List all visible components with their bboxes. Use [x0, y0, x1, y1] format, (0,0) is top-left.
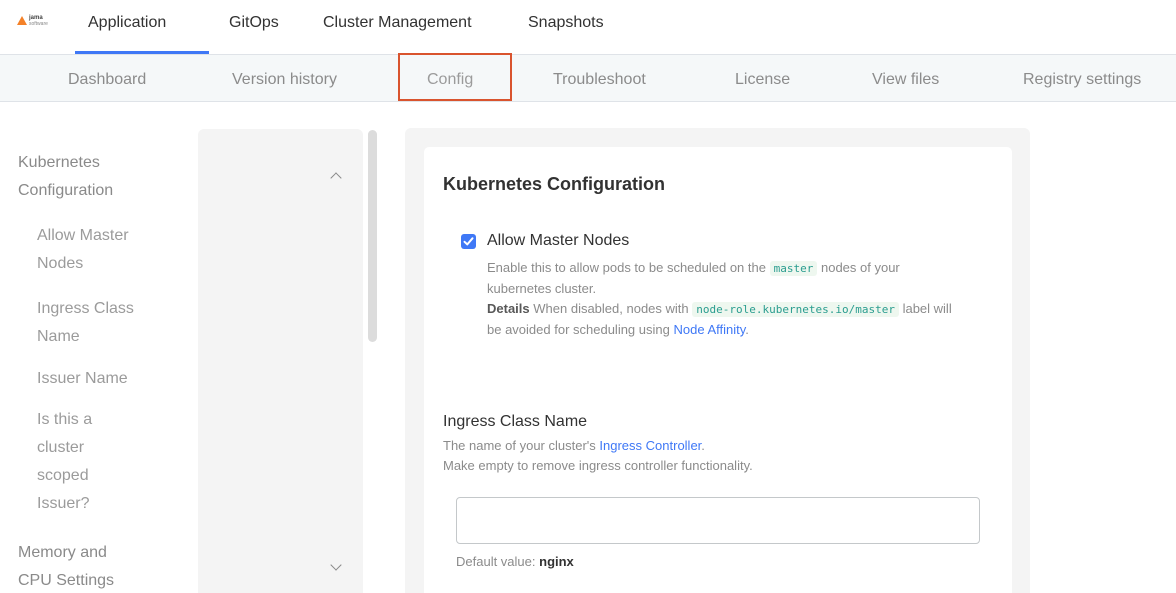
top-navigation: jama software Application GitOps Cluster… [0, 0, 1176, 54]
sidebar-scrollbar[interactable] [368, 130, 377, 342]
checkmark-icon [463, 237, 474, 246]
sidebar-item-ingress-class-name[interactable]: Ingress Class Name [37, 295, 152, 351]
details-text: When disabled, nodes with [533, 301, 689, 316]
ingress-class-input[interactable] [456, 497, 980, 544]
sidebar-group-memory-cpu[interactable]: Memory and CPU Settings [18, 539, 118, 593]
sidebar-group-kubernetes-configuration[interactable]: Kubernetes Configuration [18, 149, 128, 205]
help-text: Enable this to allow pods to be schedule… [487, 260, 766, 275]
allow-master-help: Enable this to allow pods to be schedule… [487, 258, 957, 340]
node-affinity-link[interactable]: Node Affinity [673, 322, 745, 337]
sidebar-item-issuer-name[interactable]: Issuer Name [37, 365, 152, 393]
sidebar-item-allow-master-nodes[interactable]: Allow Master Nodes [37, 222, 152, 278]
help-text-line2: Make empty to remove ingress controller … [443, 458, 753, 473]
allow-master-label[interactable]: Allow Master Nodes [487, 232, 629, 250]
subtab-view-files[interactable]: View files [872, 71, 939, 89]
top-tab-gitops[interactable]: GitOps [229, 14, 279, 32]
ingress-controller-link[interactable]: Ingress Controller [599, 438, 701, 453]
ingress-class-label: Ingress Class Name [443, 413, 588, 430]
subtab-dashboard[interactable]: Dashboard [68, 71, 146, 89]
subtab-config[interactable]: Config [427, 71, 473, 89]
top-tab-cluster-management[interactable]: Cluster Management [323, 14, 472, 32]
subtab-license[interactable]: License [735, 71, 790, 89]
subtab-troubleshoot[interactable]: Troubleshoot [553, 71, 646, 89]
logo-mark-icon [17, 16, 27, 25]
sidebar-item-cluster-scoped-issuer[interactable]: Is this a cluster scoped Issuer? [37, 406, 117, 518]
default-label: Default value: [456, 554, 536, 569]
help-end: . [701, 438, 705, 453]
section-title: Kubernetes Configuration [443, 174, 666, 194]
subtab-registry-settings[interactable]: Registry settings [1023, 71, 1141, 89]
subtab-version-history[interactable]: Version history [232, 71, 337, 89]
allow-master-checkbox[interactable] [461, 234, 476, 249]
sub-navigation: Dashboard Version history Config Trouble… [0, 53, 1176, 102]
details-label: Details [487, 301, 530, 316]
config-sidebar [198, 129, 363, 593]
logo-subword: software [29, 21, 48, 27]
top-tab-application[interactable]: Application [88, 14, 166, 32]
help-text: The name of your cluster's [443, 438, 596, 453]
default-value-text: nginx [539, 554, 574, 569]
default-value: Default value: nginx [456, 554, 574, 569]
top-tab-snapshots[interactable]: Snapshots [528, 14, 604, 32]
ingress-class-help: The name of your cluster's Ingress Contr… [443, 436, 963, 476]
code-node-role: node-role.kubernetes.io/master [692, 302, 899, 317]
details-end: . [745, 322, 749, 337]
code-master: master [769, 261, 818, 276]
brand-logo[interactable]: jama software [17, 15, 57, 29]
